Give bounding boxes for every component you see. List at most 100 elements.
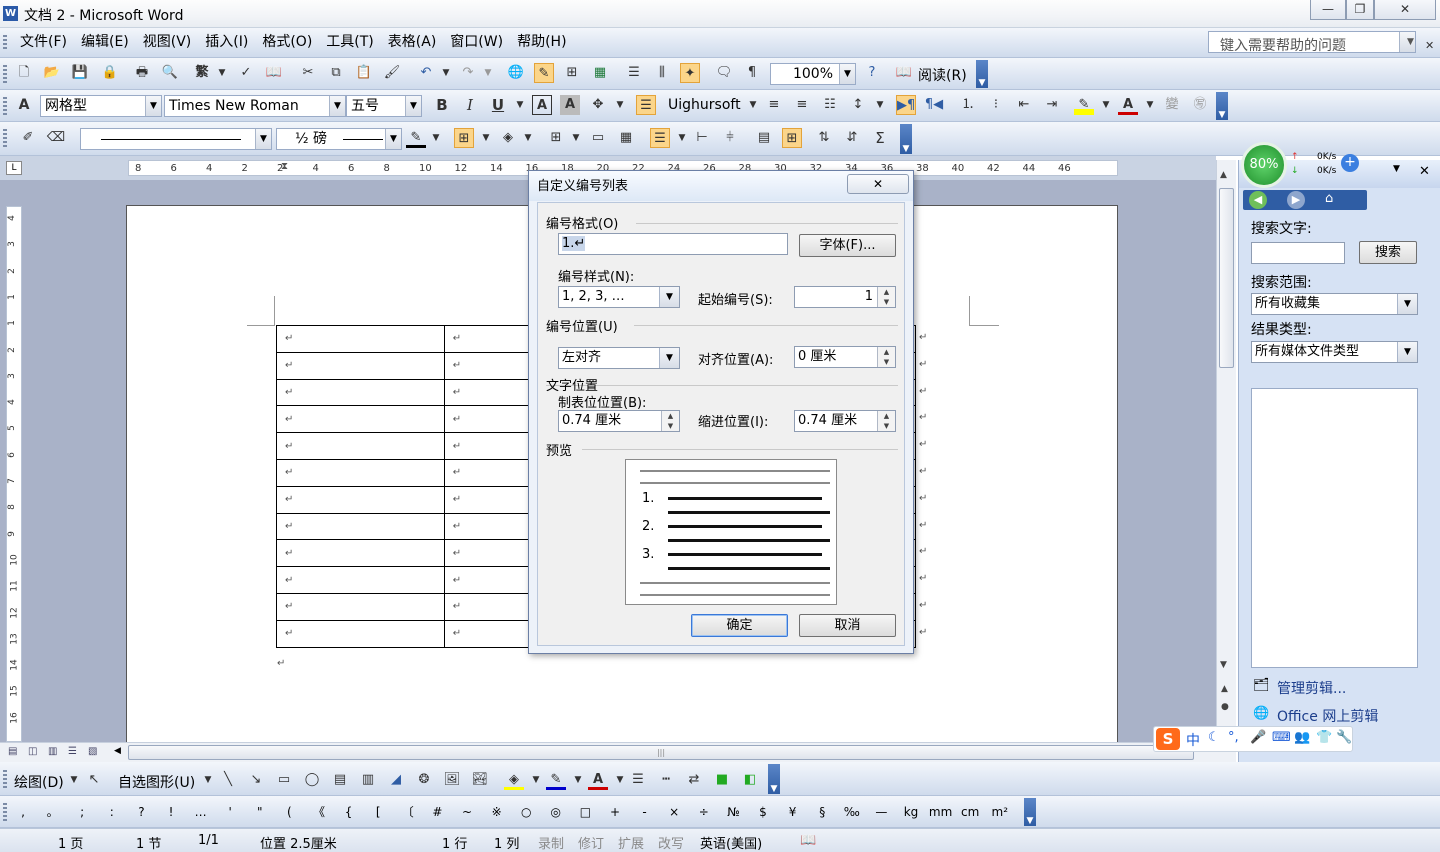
chevron-down-icon[interactable]: ▼ xyxy=(526,770,546,790)
scroll-thumb[interactable] xyxy=(1219,188,1234,368)
insert-table-icon[interactable]: ⊞ xyxy=(562,63,582,83)
wordart-icon[interactable]: ◢ xyxy=(386,770,406,790)
symbol-button[interactable]: m² xyxy=(987,802,1013,822)
chevron-down-icon[interactable]: ▼ xyxy=(405,96,421,116)
symbol-button[interactable]: — xyxy=(868,802,894,822)
horizontal-scrollbar[interactable]: ▤ ◫ ▥ ☰ ▧ ◀ ||| xyxy=(0,742,1236,762)
toolbar-options-icon[interactable]: ▼ xyxy=(1024,798,1036,826)
chevron-down-icon[interactable]: ▼ xyxy=(748,95,758,115)
draw-table-icon[interactable]: ✐ xyxy=(18,128,38,148)
table-cell[interactable]: ↵ xyxy=(276,592,445,621)
character-shading-icon[interactable]: A xyxy=(560,95,580,115)
symbol-button[interactable]: kg xyxy=(898,802,924,822)
align-right-icon[interactable]: ≡ xyxy=(792,95,812,115)
read-icon[interactable]: 📖 xyxy=(894,63,914,83)
indent-input[interactable]: 0.74 厘米 ▲ ▼ xyxy=(794,410,896,432)
chevron-down-icon[interactable]: ▼ xyxy=(568,770,588,790)
table-cell[interactable]: ↵ xyxy=(276,512,445,541)
spinner-icon[interactable]: ▲ ▼ xyxy=(661,411,679,431)
chevron-down-icon[interactable]: ▼ xyxy=(659,287,679,307)
menu-item[interactable]: 窗口(W) xyxy=(443,28,510,56)
search-text-input[interactable] xyxy=(1251,242,1345,264)
minimize-button[interactable]: — xyxy=(1310,0,1346,20)
eraser-icon[interactable]: ⌫ xyxy=(46,128,66,148)
menu-item[interactable]: 工具(T) xyxy=(319,28,380,56)
menu-item[interactable]: 表格(A) xyxy=(381,28,444,56)
rectangle-icon[interactable]: ▭ xyxy=(274,770,294,790)
arrow-icon[interactable]: ↘ xyxy=(246,770,266,790)
decrease-indent-icon[interactable]: ⇤ xyxy=(1014,95,1034,115)
tables-borders-icon[interactable]: ✎ xyxy=(534,63,554,83)
symbol-button[interactable]: - xyxy=(632,802,658,822)
table-cell[interactable]: ↵ xyxy=(276,566,445,594)
align-justify-icon[interactable]: ☰ xyxy=(636,95,656,115)
split-cells-icon[interactable]: ▦ xyxy=(616,128,636,148)
home-icon[interactable]: ⌂ xyxy=(1325,191,1333,206)
styles-pane-icon[interactable]: A xyxy=(14,95,34,115)
copy-icon[interactable]: ⧉ xyxy=(326,63,346,83)
chevron-down-icon[interactable]: ▼ xyxy=(518,128,538,148)
tab-selector[interactable]: L xyxy=(6,161,22,175)
number-style-select[interactable]: 1, 2, 3, … ▼ xyxy=(558,286,680,308)
chevron-down-icon[interactable]: ▼ xyxy=(659,348,679,368)
symbol-button[interactable]: ? xyxy=(128,802,154,822)
paragraph-mark-icon[interactable]: ¶ xyxy=(742,63,762,83)
zoom-select[interactable]: 100% ▼ xyxy=(770,63,856,85)
status-track[interactable]: 修订 xyxy=(578,833,604,852)
symbol-button[interactable]: mm xyxy=(928,802,954,822)
paste-icon[interactable]: 📋 xyxy=(354,63,374,83)
font-select[interactable]: Times New Roman ▼ xyxy=(164,95,346,117)
chevron-down-icon[interactable]: ▼ xyxy=(478,63,498,83)
insert-table-icon[interactable]: ⊞ xyxy=(546,128,566,148)
online-clips-link[interactable]: Office 网上剪辑 xyxy=(1277,706,1378,726)
symbol-button[interactable]: ; xyxy=(69,802,95,822)
chevron-down-icon[interactable]: ▼ xyxy=(610,95,630,115)
symbol-button[interactable]: ‰ xyxy=(839,802,865,822)
hscroll-thumb[interactable]: ||| xyxy=(128,745,1194,760)
status-record[interactable]: 录制 xyxy=(538,833,564,852)
symbol-button[interactable]: , xyxy=(10,802,36,822)
symbol-button[interactable]: ○ xyxy=(513,802,539,822)
drawing-icon[interactable]: ⫼ xyxy=(652,63,672,83)
help-icon[interactable]: ? xyxy=(862,63,882,83)
symbol-button[interactable]: : xyxy=(99,802,125,822)
status-language[interactable]: 英语(美国) xyxy=(700,833,762,852)
read-button[interactable]: 阅读(R) xyxy=(918,65,967,85)
spelling-icon[interactable]: ✓ xyxy=(236,63,256,83)
line-weight-select[interactable]: ½ 磅 ▼ xyxy=(276,128,402,150)
symbol-button[interactable]: … xyxy=(188,802,214,822)
traditional-chinese-icon[interactable]: 繁 xyxy=(192,63,212,83)
menu-item[interactable]: 插入(I) xyxy=(198,28,255,56)
toolbar-options-icon[interactable]: ▼ xyxy=(1216,92,1228,120)
text-box-icon[interactable]: ▤ xyxy=(330,770,350,790)
menu-item[interactable]: 文件(F) xyxy=(13,28,74,56)
symbol-button[interactable]: ~ xyxy=(454,802,480,822)
web-view-icon[interactable]: ◫ xyxy=(28,746,37,757)
moon-icon[interactable]: ☾ xyxy=(1208,730,1220,745)
diagram-icon[interactable]: ❂ xyxy=(414,770,434,790)
chevron-down-icon[interactable]: ▼ xyxy=(839,64,855,84)
bullets-icon[interactable]: ⁝ xyxy=(986,95,1006,115)
undo-icon[interactable]: ↶ xyxy=(416,63,436,83)
scroll-down-icon[interactable]: ▼ xyxy=(1220,660,1227,670)
bidi-font-select[interactable]: Uighursoft xyxy=(668,97,741,113)
toolbar-grip[interactable] xyxy=(3,803,7,821)
select-objects-icon[interactable]: ↖ xyxy=(84,770,104,790)
task-pane-menu-icon[interactable]: ▼ xyxy=(1393,164,1400,174)
chevron-down-icon[interactable]: ▼ xyxy=(1399,32,1415,52)
sogou-logo-icon[interactable]: S xyxy=(1156,728,1180,750)
symbol-button[interactable]: $ xyxy=(750,802,776,822)
toolbar-grip[interactable] xyxy=(3,97,7,115)
chevron-down-icon[interactable]: ▼ xyxy=(255,129,271,149)
line-spacing-icon[interactable]: ↕ xyxy=(848,95,868,115)
line-icon[interactable]: ╲ xyxy=(218,770,238,790)
aligned-at-input[interactable]: 0 厘米 ▲ ▼ xyxy=(794,346,896,368)
alignment-select[interactable]: 左对齐 ▼ xyxy=(558,347,680,369)
underline-icon[interactable]: U xyxy=(488,95,508,115)
punctuation-icon[interactable]: °, xyxy=(1228,730,1239,745)
numbering-icon[interactable]: ⒈ xyxy=(958,95,978,115)
symbol-button[interactable]: ÷ xyxy=(691,802,717,822)
symbol-button[interactable]: 《 xyxy=(306,802,332,822)
close-button[interactable]: ✕ xyxy=(1374,0,1436,20)
start-at-input[interactable]: 1 ▲ ▼ xyxy=(794,286,896,308)
